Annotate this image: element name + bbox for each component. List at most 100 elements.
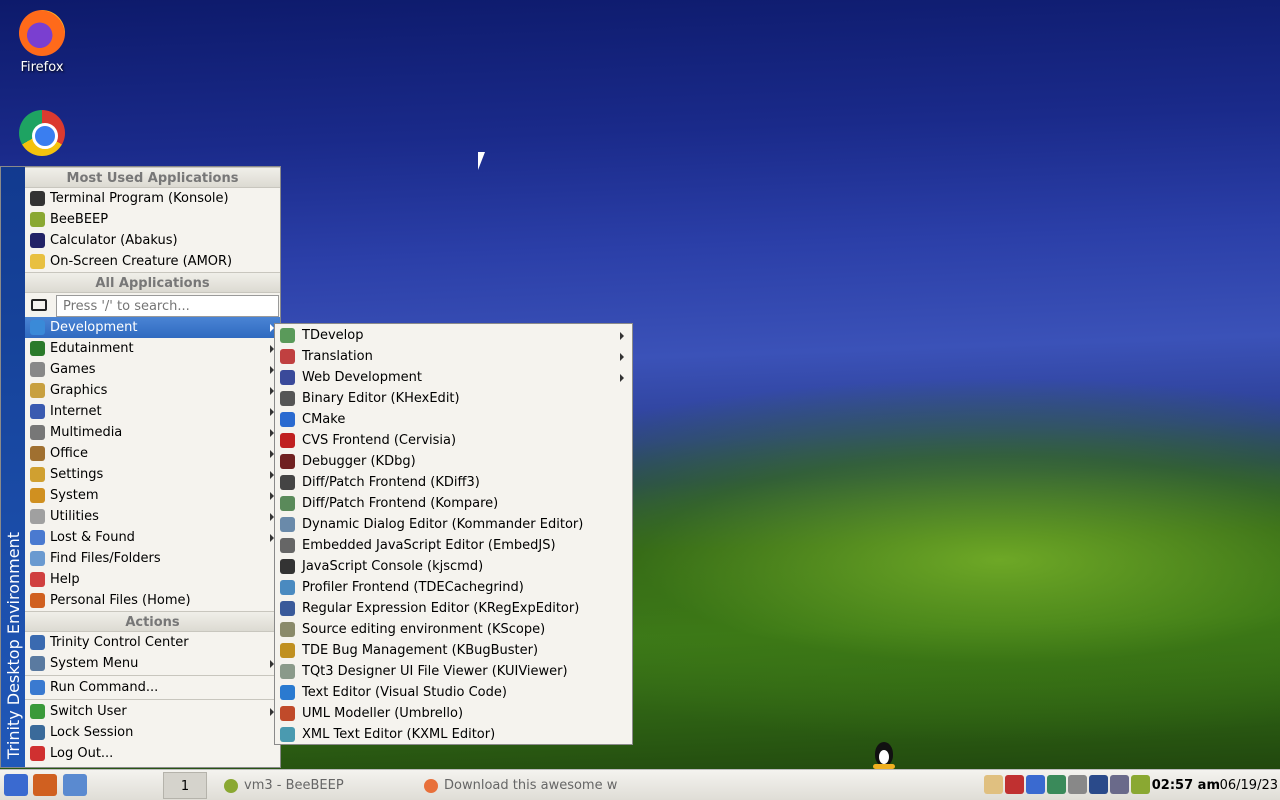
system-tray bbox=[982, 775, 1150, 795]
games-icon bbox=[30, 362, 45, 377]
menu-item-label: On-Screen Creature (AMOR) bbox=[50, 254, 233, 269]
show-desktop-button[interactable] bbox=[63, 774, 87, 796]
most-used-header: Most Used Applications bbox=[25, 167, 280, 188]
submenu-item-javascript-console-kjscmd[interactable]: JavaScript Console (kjscmd) bbox=[275, 556, 632, 577]
menu-category-development[interactable]: Development bbox=[25, 317, 280, 338]
graphics-icon bbox=[30, 383, 45, 398]
menu-category-games[interactable]: Games bbox=[25, 359, 280, 380]
multimedia-icon bbox=[30, 425, 45, 440]
submenu-item-xml-text-editor-kxml-editor[interactable]: XML Text Editor (KXML Editor) bbox=[275, 724, 632, 745]
cervisia-icon bbox=[280, 433, 295, 448]
desktop-pager-1[interactable]: 1 bbox=[163, 772, 207, 799]
bee-icon bbox=[224, 779, 238, 793]
menu-item-label: Run Command... bbox=[50, 680, 159, 695]
printer-icon[interactable] bbox=[1110, 775, 1129, 794]
submenu-item-embedded-javascript-editor-embedjs[interactable]: Embedded JavaScript Editor (EmbedJS) bbox=[275, 535, 632, 556]
menu-category-office[interactable]: Office bbox=[25, 443, 280, 464]
menu-item-label: TDE Bug Management (KBugBuster) bbox=[302, 643, 539, 658]
k-menu: Trinity Desktop Environment Most Used Ap… bbox=[0, 166, 281, 768]
menu-item-calculator-abakus[interactable]: Calculator (Abakus) bbox=[25, 230, 280, 251]
k-menu-button[interactable] bbox=[4, 774, 28, 796]
console-icon bbox=[280, 559, 295, 574]
kwallet-icon[interactable] bbox=[984, 775, 1003, 794]
submenu-item-tdevelop[interactable]: TDevelop bbox=[275, 325, 632, 346]
menu-session-lock-session[interactable]: Lock Session bbox=[25, 722, 280, 743]
network-icon[interactable] bbox=[1005, 775, 1024, 794]
clock[interactable]: 02:57 am bbox=[1152, 772, 1220, 799]
menu-category-edutainment[interactable]: Edutainment bbox=[25, 338, 280, 359]
submenu-item-text-editor-visual-studio-code[interactable]: Text Editor (Visual Studio Code) bbox=[275, 682, 632, 703]
submenu-item-source-editing-environment-kscope[interactable]: Source editing environment (KScope) bbox=[275, 619, 632, 640]
development-icon bbox=[30, 320, 45, 335]
submenu-item-web-development[interactable]: Web Development bbox=[275, 367, 632, 388]
menu-session-log-out[interactable]: Log Out... bbox=[25, 743, 280, 764]
display-icon[interactable] bbox=[1089, 775, 1108, 794]
menu-category-system[interactable]: System bbox=[25, 485, 280, 506]
home-button[interactable] bbox=[33, 774, 57, 796]
submenu-item-translation[interactable]: Translation bbox=[275, 346, 632, 367]
volume-icon[interactable] bbox=[1068, 775, 1087, 794]
menu-item-label: Debugger (KDbg) bbox=[302, 454, 416, 469]
menu-action-trinity-control-center[interactable]: Trinity Control Center bbox=[25, 632, 280, 653]
menu-body: Most Used Applications Terminal Program … bbox=[25, 167, 280, 764]
submenu-item-diff-patch-frontend-kdiff3[interactable]: Diff/Patch Frontend (KDiff3) bbox=[275, 472, 632, 493]
run-command-item[interactable]: Run Command... bbox=[25, 677, 280, 698]
submenu-item-regular-expression-editor-kregexpeditor[interactable]: Regular Expression Editor (KRegExpEditor… bbox=[275, 598, 632, 619]
submenu-item-dynamic-dialog-editor-kommander-editor[interactable]: Dynamic Dialog Editor (Kommander Editor) bbox=[275, 514, 632, 535]
submenu-item-debugger-kdbg[interactable]: Debugger (KDbg) bbox=[275, 451, 632, 472]
monitor-icon[interactable] bbox=[1047, 775, 1066, 794]
klipper-icon[interactable] bbox=[1026, 775, 1045, 794]
submenu-item-tde-bug-management-kbugbuster[interactable]: TDE Bug Management (KBugBuster) bbox=[275, 640, 632, 661]
submenu-item-tqt3-designer-ui-file-viewer-kuiviewer[interactable]: TQt3 Designer UI File Viewer (KUIViewer) bbox=[275, 661, 632, 682]
chrome-icon bbox=[19, 110, 65, 156]
bee-icon bbox=[30, 212, 45, 227]
mouse-cursor-icon bbox=[478, 152, 492, 170]
menu-category-internet[interactable]: Internet bbox=[25, 401, 280, 422]
taskbar: 1 vm3 - BeeBEEP Download this awesome w … bbox=[0, 769, 1280, 800]
menu-category-graphics[interactable]: Graphics bbox=[25, 380, 280, 401]
submenu-item-diff-patch-frontend-kompare[interactable]: Diff/Patch Frontend (Kompare) bbox=[275, 493, 632, 514]
menu-item-on-screen-creature-amor[interactable]: On-Screen Creature (AMOR) bbox=[25, 251, 280, 272]
menu-category-lost-found[interactable]: Lost & Found bbox=[25, 527, 280, 548]
menu-item-label: Multimedia bbox=[50, 425, 123, 440]
menu-category-personal-files-home[interactable]: Personal Files (Home) bbox=[25, 590, 280, 611]
submenu-item-cmake[interactable]: CMake bbox=[275, 409, 632, 430]
separator bbox=[25, 675, 280, 676]
menu-item-label: Graphics bbox=[50, 383, 108, 398]
hex-editor-icon bbox=[280, 391, 295, 406]
menu-category-multimedia[interactable]: Multimedia bbox=[25, 422, 280, 443]
menu-item-terminal-program-konsole[interactable]: Terminal Program (Konsole) bbox=[25, 188, 280, 209]
run-icon bbox=[30, 680, 45, 695]
bugbuster-icon bbox=[280, 643, 295, 658]
menu-item-label: JavaScript Console (kjscmd) bbox=[302, 559, 484, 574]
embedjs-icon bbox=[280, 538, 295, 553]
submenu-item-uml-modeller-umbrello[interactable]: UML Modeller (Umbrello) bbox=[275, 703, 632, 724]
control-center-icon bbox=[30, 635, 45, 650]
home-icon bbox=[30, 593, 45, 608]
task-firefox[interactable]: Download this awesome w bbox=[418, 772, 618, 799]
menu-category-find-files-folders[interactable]: Find Files/Folders bbox=[25, 548, 280, 569]
desktop-icon-chrome[interactable] bbox=[10, 110, 74, 160]
menu-item-label: Office bbox=[50, 446, 88, 461]
terminal-icon bbox=[30, 191, 45, 206]
submenu-item-cvs-frontend-cervisia[interactable]: CVS Frontend (Cervisia) bbox=[275, 430, 632, 451]
menu-action-system-menu[interactable]: System Menu bbox=[25, 653, 280, 674]
menu-category-utilities[interactable]: Utilities bbox=[25, 506, 280, 527]
submenu-item-profiler-frontend-tdecachegrind[interactable]: Profiler Frontend (TDECachegrind) bbox=[275, 577, 632, 598]
menu-session-switch-user[interactable]: Switch User bbox=[25, 701, 280, 722]
clear-search-icon[interactable] bbox=[31, 299, 47, 311]
menu-item-label: Lost & Found bbox=[50, 530, 135, 545]
logout-icon bbox=[30, 746, 45, 761]
xml-editor-icon bbox=[280, 727, 295, 742]
task-beebeep[interactable]: vm3 - BeeBEEP bbox=[218, 772, 418, 799]
submenu-item-binary-editor-khexedit[interactable]: Binary Editor (KHexEdit) bbox=[275, 388, 632, 409]
menu-item-beebeep[interactable]: BeeBEEP bbox=[25, 209, 280, 230]
beebeep-tray-icon[interactable] bbox=[1131, 775, 1150, 794]
menu-category-help[interactable]: Help bbox=[25, 569, 280, 590]
desktop-icon-firefox[interactable]: Firefox bbox=[10, 10, 74, 75]
switch-user-icon bbox=[30, 704, 45, 719]
menu-category-settings[interactable]: Settings bbox=[25, 464, 280, 485]
search-input[interactable] bbox=[56, 295, 279, 317]
search-row bbox=[25, 293, 280, 317]
firefox-icon bbox=[424, 779, 438, 793]
